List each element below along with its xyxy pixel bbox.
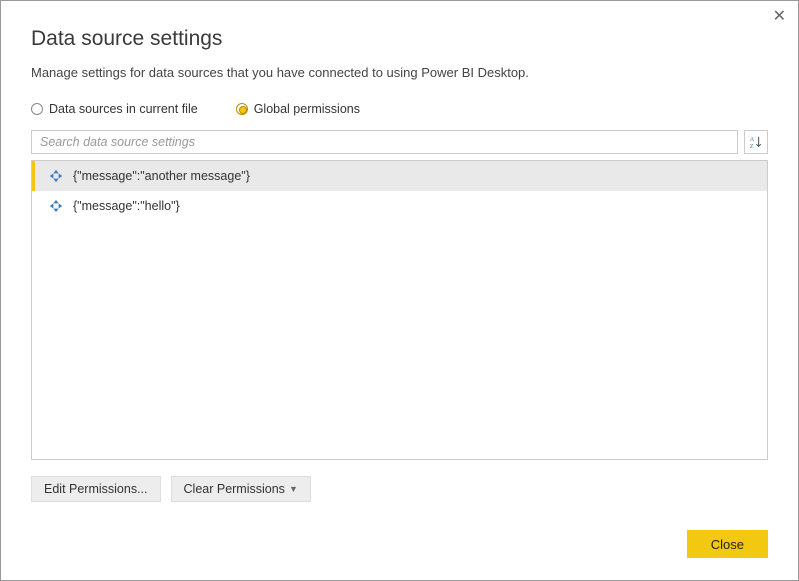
sort-az-icon: A Z: [749, 135, 763, 149]
radio-label: Data sources in current file: [49, 102, 198, 116]
close-button[interactable]: Close: [687, 530, 768, 558]
data-source-settings-dialog: ✕ Data source settings Manage settings f…: [0, 0, 799, 581]
svg-text:Z: Z: [750, 144, 754, 149]
dialog-title: Data source settings: [31, 27, 768, 51]
radio-current-file[interactable]: Data sources in current file: [31, 102, 198, 116]
button-label: Edit Permissions...: [44, 482, 148, 496]
clear-permissions-button[interactable]: Clear Permissions ▼: [171, 476, 311, 502]
data-source-icon: [49, 199, 63, 213]
button-label: Close: [711, 537, 744, 552]
search-input[interactable]: [31, 130, 738, 154]
list-item-label: {"message":"another message"}: [73, 169, 250, 183]
search-row: A Z: [31, 130, 768, 154]
list-item[interactable]: {"message":"hello"}: [32, 191, 767, 221]
close-icon[interactable]: ✕: [773, 9, 786, 25]
svg-text:A: A: [750, 137, 755, 143]
radio-label: Global permissions: [254, 102, 360, 116]
radio-icon: [31, 103, 43, 115]
sort-button[interactable]: A Z: [744, 130, 768, 154]
edit-permissions-button[interactable]: Edit Permissions...: [31, 476, 161, 502]
button-label: Clear Permissions: [184, 482, 285, 496]
chevron-down-icon: ▼: [289, 484, 298, 494]
data-source-icon: [49, 169, 63, 183]
list-item-label: {"message":"hello"}: [73, 199, 180, 213]
radio-global-permissions[interactable]: Global permissions: [236, 102, 360, 116]
scope-radio-group: Data sources in current file Global perm…: [31, 102, 768, 116]
action-button-bar: Edit Permissions... Clear Permissions ▼: [31, 476, 768, 502]
radio-icon: [236, 103, 248, 115]
data-source-list[interactable]: {"message":"another message"} {"message"…: [31, 160, 768, 460]
list-item[interactable]: {"message":"another message"}: [32, 161, 767, 191]
dialog-subtitle: Manage settings for data sources that yo…: [31, 65, 768, 80]
